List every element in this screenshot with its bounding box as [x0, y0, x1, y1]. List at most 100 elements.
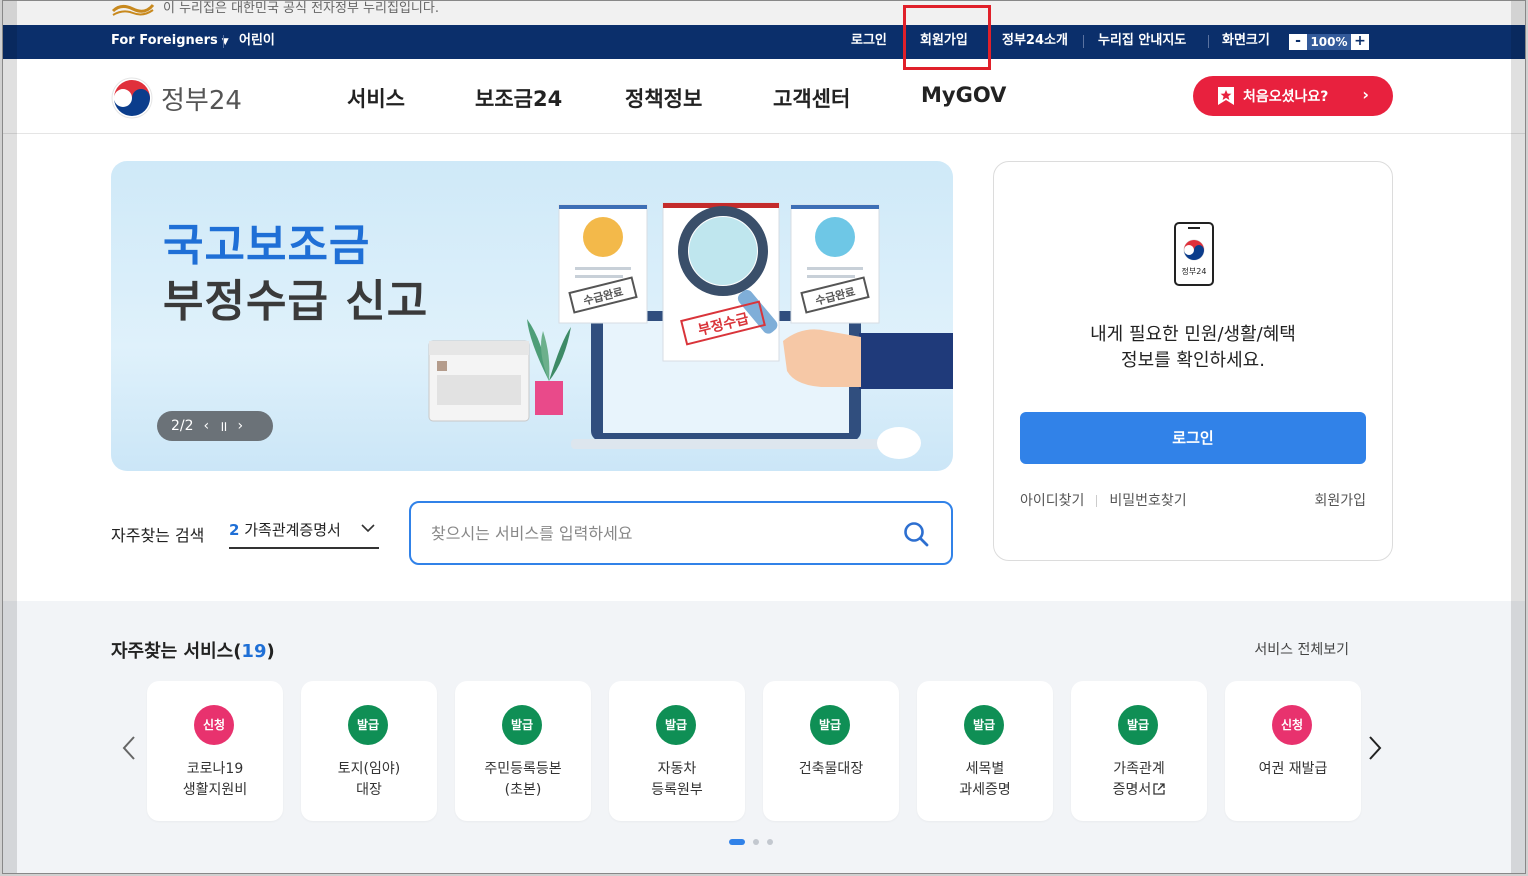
bookmark-star-icon — [1218, 87, 1234, 105]
gov-notice-text: 이 누리집은 대한민국 공식 전자정부 누리집입니다. — [163, 1, 439, 16]
service-search-box — [409, 501, 953, 565]
banner-slide-control: 2/2 ‹ ॥ › — [157, 411, 273, 441]
chevron-right-icon: › — [1362, 85, 1369, 104]
chevron-left-icon[interactable] — [119, 733, 139, 763]
carousel-pagination — [729, 839, 773, 845]
card-signup-link[interactable]: 회원가입 — [1314, 490, 1366, 510]
zoom-in-button[interactable]: + — [1351, 34, 1369, 50]
badge-issue: 발급 — [964, 705, 1004, 745]
banner-title-line1: 국고보조금 — [163, 220, 371, 271]
frequent-services-count: 19 — [241, 641, 267, 662]
find-id-link[interactable]: 아이디찾기 — [1020, 493, 1084, 509]
divider — [1208, 35, 1209, 48]
service-card-label: 자동차 등록원부 — [651, 761, 703, 798]
pagination-dot-active[interactable] — [729, 839, 745, 845]
browser-viewport: 이 누리집은 대한민국 공식 전자정부 누리집입니다. For Foreigne… — [2, 0, 1526, 874]
banner-title-line2: 부정수급 신고 — [163, 276, 429, 327]
first-visit-button[interactable]: 처음오셨나요? › — [1193, 76, 1393, 116]
login-message-line1: 내게 필요한 민원/생활/혜택 — [1090, 324, 1296, 345]
divider — [223, 35, 224, 48]
service-card-resident-register[interactable]: 발급 주민등록등본 (초본) — [455, 681, 591, 821]
frequent-services-title-text: 자주찾는 서비스 — [111, 641, 234, 662]
phone-gov24-icon: 정부24 — [1174, 222, 1214, 286]
service-card-label: 건축물대장 — [798, 761, 864, 777]
divider — [903, 35, 904, 48]
sitemap-link[interactable]: 누리집 안내지도 — [1098, 25, 1186, 57]
zoom-value: 100% — [1307, 34, 1351, 50]
login-card: 정부24 내게 필요한 민원/생활/혜택 정보를 확인하세요. 로그인 아이디찾… — [993, 161, 1393, 561]
slide-pause-button[interactable]: ॥ — [219, 417, 227, 436]
login-link[interactable]: 로그인 — [851, 25, 887, 57]
chevron-down-icon — [361, 524, 375, 533]
favorite-search-rank: 2 — [229, 521, 240, 539]
nav-subsidy24[interactable]: 보조금24 — [475, 83, 562, 113]
zoom-out-button[interactable]: - — [1289, 34, 1307, 50]
service-search-input[interactable] — [431, 517, 891, 549]
service-card-label: 토지(임야) 대장 — [337, 761, 401, 798]
favorite-search-label: 자주찾는 검색 — [111, 526, 205, 545]
service-card-label: 코로나19 생활지원비 — [182, 761, 248, 798]
favorite-search-select[interactable]: 2 가족관계증명서 — [229, 519, 379, 549]
brand-name: 정부24 — [161, 85, 242, 116]
gov24-logo-link[interactable]: 정부24 — [111, 77, 242, 119]
service-card-covid-support[interactable]: 신청 코로나19 생활지원비 — [147, 681, 283, 821]
frequent-services-section: 자주찾는 서비스(19) 서비스 전체보기 신청 코로나19 생활지원비 발급 … — [3, 601, 1525, 873]
badge-issue: 발급 — [810, 705, 850, 745]
slide-prev-button[interactable]: ‹ — [204, 418, 210, 434]
frequent-services-title: 자주찾는 서비스(19) — [111, 637, 275, 663]
service-card-label: 세목별 과세증명 — [959, 761, 1011, 798]
site-header: 정부24 서비스 보조금24 정책정보 고객센터 MyGOV 처음오셨나요? › — [3, 59, 1525, 134]
signup-link[interactable]: 회원가입 — [920, 25, 968, 57]
gov-notice-bar: 이 누리집은 대한민국 공식 전자정부 누리집입니다. — [3, 1, 1525, 25]
service-card-passport-reissue[interactable]: 신청 여권 재발급 — [1225, 681, 1361, 821]
utility-bar: For Foreigners ▼ 어린이 로그인 회원가입 정부24소개 누리집 … — [3, 25, 1525, 59]
egov-logo-icon — [111, 4, 155, 16]
for-foreigners-dropdown[interactable]: For Foreigners ▼ — [111, 25, 229, 58]
service-card-label: 주민등록등본 (초본) — [484, 761, 562, 798]
pagination-dot[interactable] — [753, 839, 759, 845]
chevron-right-icon[interactable] — [1365, 733, 1385, 763]
nav-policy-info[interactable]: 정책정보 — [625, 83, 702, 113]
nav-mygov[interactable]: MyGOV — [921, 83, 1006, 107]
divider — [1096, 495, 1098, 507]
search-icon[interactable] — [903, 521, 929, 547]
service-card-tax-certificate[interactable]: 발급 세목별 과세증명 — [917, 681, 1053, 821]
screen-size-label: 화면크기 — [1222, 33, 1270, 48]
divider — [988, 35, 989, 48]
main-banner[interactable]: 국고보조금 부정수급 신고 수급완료 부정수급 수급완료 2/2 ‹ ॥ › — [111, 161, 953, 471]
service-card-list: 신청 코로나19 생활지원비 발급 토지(임야) 대장 발급 주민등록등본 (초… — [147, 681, 1361, 821]
login-button[interactable]: 로그인 — [1020, 412, 1366, 464]
service-card-vehicle-register[interactable]: 발급 자동차 등록원부 — [609, 681, 745, 821]
kids-link[interactable]: 어린이 — [239, 25, 275, 57]
phone-label: 정부24 — [1182, 266, 1207, 276]
view-all-services-link[interactable]: 서비스 전체보기 — [1254, 639, 1349, 659]
badge-issue: 발급 — [348, 705, 388, 745]
login-message-line2: 정보를 확인하세요. — [1121, 350, 1265, 371]
service-card-building-register[interactable]: 발급 건축물대장 — [763, 681, 899, 821]
favorite-search-value: 가족관계증명서 — [244, 521, 341, 539]
divider — [1083, 35, 1084, 48]
badge-issue: 발급 — [656, 705, 696, 745]
slide-counter: 2/2 — [171, 418, 194, 434]
count-paren-close: ) — [266, 641, 275, 662]
badge-apply: 신청 — [194, 705, 234, 745]
for-foreigners-label: For Foreigners — [111, 33, 218, 48]
about-gov24-link[interactable]: 정부24소개 — [1002, 25, 1068, 57]
zoom-control: - 100% + — [1289, 34, 1369, 50]
taegeuk-logo-icon — [111, 77, 153, 119]
badge-issue: 발급 — [1118, 705, 1158, 745]
login-message: 내게 필요한 민원/생활/혜택 정보를 확인하세요. — [994, 322, 1392, 374]
banner-illustration-icon: 수급완료 부정수급 수급완료 — [428, 202, 953, 459]
find-password-link[interactable]: 비밀번호찾기 — [1109, 493, 1186, 509]
slide-next-button[interactable]: › — [238, 418, 244, 434]
pagination-dot[interactable] — [767, 839, 773, 845]
external-link-icon — [1153, 783, 1165, 795]
account-links: 아이디찾기 비밀번호찾기 — [1020, 490, 1187, 510]
badge-issue: 발급 — [502, 705, 542, 745]
service-card-land-register[interactable]: 발급 토지(임야) 대장 — [301, 681, 437, 821]
badge-apply: 신청 — [1272, 705, 1312, 745]
nav-services[interactable]: 서비스 — [347, 83, 405, 113]
nav-customer-center[interactable]: 고객센터 — [773, 83, 850, 113]
first-visit-label: 처음오셨나요? — [1243, 89, 1329, 105]
service-card-family-certificate[interactable]: 발급 가족관계 증명서 — [1071, 681, 1207, 821]
